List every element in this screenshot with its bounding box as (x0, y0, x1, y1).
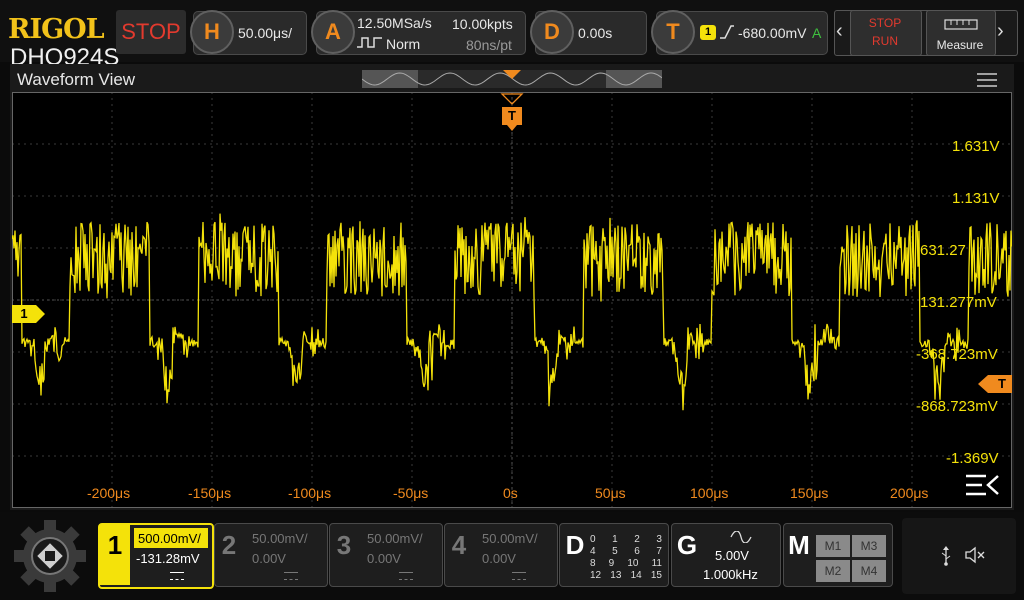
voltage-label: 1.631V (952, 138, 1000, 155)
trigger-level: -680.00mV (738, 25, 807, 41)
acquire-key[interactable]: A (311, 10, 355, 54)
channel-1-offset: -131.28mV (136, 551, 200, 566)
trigger-marker-label: T (508, 108, 516, 123)
horizontal-key[interactable]: H (190, 10, 234, 54)
time-label: -50μs (393, 485, 429, 501)
channel-2-offset: 0.00V (252, 551, 286, 566)
trigger-mode: A (812, 25, 822, 41)
voltage-label: -868.723mV (916, 398, 998, 415)
voltage-label: -368.723mV (916, 346, 998, 363)
voltage-label: 631.27 (920, 242, 966, 259)
waveform-view-title: Waveform View (17, 70, 136, 89)
timebase-value: 50.00μs/ (238, 25, 292, 41)
math-m4[interactable]: M4 (852, 560, 886, 582)
waveform-grid[interactable] (12, 92, 1012, 508)
digital-channel-grid: 0123 4567 8 9 10 11 12 13 14 15 (590, 534, 662, 581)
sine-wave-icon (730, 531, 752, 543)
math-m2[interactable]: M2 (816, 560, 850, 582)
channel-1-marker-label: 1 (20, 306, 28, 321)
menu-icon[interactable] (977, 73, 997, 87)
channel-3-scale: 50.00mV/ (367, 531, 423, 546)
generator-key: G (676, 530, 698, 560)
generator-frequency: 1.000kHz (703, 567, 758, 582)
trigger-source-badge: 1 (700, 25, 716, 40)
status-tray (902, 518, 1016, 594)
channel-3-number: 3 (336, 530, 352, 560)
voltage-label: -1.369V (946, 450, 999, 467)
chevron-left-icon[interactable]: ‹ (836, 20, 843, 43)
home-gear-icon[interactable] (12, 518, 88, 594)
voltage-label: 1.131V (952, 190, 1000, 207)
delay-key[interactable]: D (530, 10, 574, 54)
time-label: 0s (503, 485, 518, 501)
usb-icon (941, 546, 951, 566)
ruler-icon (944, 19, 978, 30)
digital-key: D (565, 530, 585, 560)
time-label: 50μs (595, 485, 626, 501)
brand-logo: RIGOL (8, 14, 105, 45)
channel-4-number: 4 (451, 530, 467, 560)
dc-coupling-icon (399, 572, 413, 580)
channel-1-number: 1 (107, 530, 123, 560)
run-state-indicator[interactable]: STOP (116, 10, 186, 54)
math-m1[interactable]: M1 (816, 535, 850, 557)
dc-coupling-icon (170, 572, 184, 580)
voltage-label: 131.277mV (920, 294, 997, 311)
trigger-key[interactable]: T (651, 10, 695, 54)
dc-coupling-icon (512, 572, 526, 580)
time-label: 200μs (890, 485, 929, 501)
memory-depth: 10.00kpts (452, 16, 513, 32)
channel-2-scale: 50.00mV/ (252, 531, 308, 546)
time-label: -150μs (188, 485, 232, 501)
channel-4-scale: 50.00mV/ (482, 531, 538, 546)
run-label: RUN (872, 34, 898, 48)
acquire-mode: Norm (386, 36, 421, 52)
stop-label: STOP (868, 16, 902, 30)
generator-amplitude: 5.00V (715, 548, 749, 563)
delay-value: 0.00s (578, 25, 613, 41)
math-key: M (788, 530, 810, 560)
sample-rate: 12.50MSa/s (357, 15, 432, 31)
time-resolution: 80ns/pt (466, 37, 512, 53)
time-label: 100μs (690, 485, 729, 501)
acquire-mode-icon (357, 37, 382, 48)
trigger-level-marker-label: T (998, 376, 1006, 391)
collapse-menu-icon[interactable] (964, 472, 1002, 498)
measure-label: Measure (936, 38, 984, 52)
time-label: -100μs (288, 485, 332, 501)
channel-2-number: 2 (221, 530, 237, 560)
channel-3-offset: 0.00V (367, 551, 401, 566)
math-m3[interactable]: M3 (852, 535, 886, 557)
channel-4-offset: 0.00V (482, 551, 516, 566)
memory-overview-bar[interactable] (362, 70, 662, 88)
time-label: 150μs (790, 485, 829, 501)
speaker-muted-icon[interactable] (964, 546, 986, 564)
time-label: -200μs (87, 485, 131, 501)
chevron-right-icon[interactable]: › (997, 20, 1004, 43)
rising-edge-icon (720, 25, 734, 39)
channel-1-scale: 500.00mV/ (138, 531, 201, 546)
dc-coupling-icon (284, 572, 298, 580)
